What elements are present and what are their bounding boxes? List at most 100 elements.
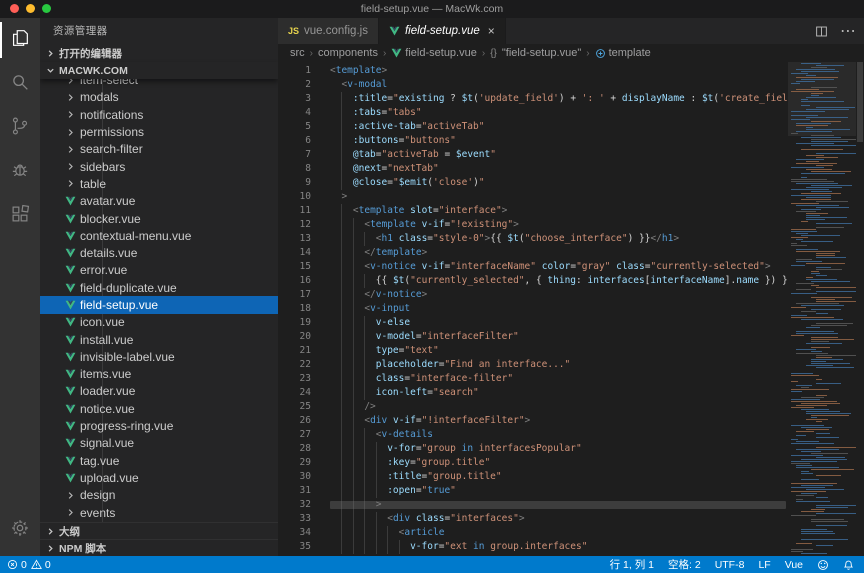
code-line[interactable]: 21 type="text" xyxy=(278,344,788,358)
code-line[interactable]: 10 > xyxy=(278,190,788,204)
line-number[interactable]: 1 xyxy=(278,64,311,78)
breadcrumb-item-1[interactable]: src xyxy=(290,47,305,59)
line-number[interactable]: 3 xyxy=(278,92,311,106)
tree-folder-design[interactable]: design xyxy=(40,487,278,504)
line-number[interactable]: 24 xyxy=(278,386,311,400)
tree-file-notice-vue[interactable]: notice.vue xyxy=(40,400,278,417)
status-item-4[interactable]: Vue xyxy=(785,559,803,571)
tree-file-field-setup-vue[interactable]: field-setup.vue xyxy=(40,296,278,313)
code-line[interactable]: 23 class="interface-filter" xyxy=(278,372,788,386)
code-line[interactable]: 17 </v-notice> xyxy=(278,288,788,302)
code-line[interactable]: 29 :key="group.title" xyxy=(278,456,788,470)
line-number[interactable]: 19 xyxy=(278,316,311,330)
status-item-0[interactable]: 行 1, 列 1 xyxy=(610,557,654,572)
code-line[interactable]: 24 icon-left="search" xyxy=(278,386,788,400)
line-number[interactable]: 6 xyxy=(278,134,311,148)
code-line[interactable]: 7 @tab="activeTab = $event" xyxy=(278,148,788,162)
scrollbar-thumb[interactable] xyxy=(857,62,863,142)
tree-file-upload-vue[interactable]: upload.vue xyxy=(40,469,278,486)
section-outline[interactable]: 大纲 xyxy=(40,522,278,539)
code-line[interactable]: 5 :active-tab="activeTab" xyxy=(278,120,788,134)
code-line[interactable]: 27 <v-details xyxy=(278,428,788,442)
line-number[interactable]: 32 xyxy=(278,498,311,512)
tree-file-avatar-vue[interactable]: avatar.vue xyxy=(40,193,278,210)
code-line[interactable]: 19 v-else xyxy=(278,316,788,330)
code-line[interactable]: 13 <h1 class="style-0">{{ $t("choose_int… xyxy=(278,232,788,246)
split-editor-button[interactable] xyxy=(815,25,828,38)
tab-vue-config-js[interactable]: JSvue.config.js xyxy=(278,18,379,44)
breadcrumb-item-5[interactable]: template xyxy=(595,47,651,59)
line-number[interactable]: 33 xyxy=(278,512,311,526)
activity-source-control-button[interactable] xyxy=(0,106,40,150)
line-number[interactable]: 29 xyxy=(278,456,311,470)
code-line[interactable]: 8 @next="nextTab" xyxy=(278,162,788,176)
line-number[interactable]: 8 xyxy=(278,162,311,176)
breadcrumb-item-2[interactable]: components xyxy=(318,47,378,59)
code-line[interactable]: 14 </template> xyxy=(278,246,788,260)
code-line[interactable]: 26 <div v-if="!interfaceFilter"> xyxy=(278,414,788,428)
code-line[interactable]: 30 :title="group.title" xyxy=(278,470,788,484)
breadcrumb-item-4[interactable]: {}"field-setup.vue" xyxy=(490,47,581,59)
line-number[interactable]: 13 xyxy=(278,232,311,246)
line-number[interactable]: 31 xyxy=(278,484,311,498)
minimap[interactable] xyxy=(788,62,856,556)
line-number[interactable]: 9 xyxy=(278,176,311,190)
code-line[interactable]: 4 :tabs="tabs" xyxy=(278,106,788,120)
line-number[interactable]: 16 xyxy=(278,274,311,288)
status-error[interactable]: 0 xyxy=(7,559,27,571)
code-line[interactable]: 25 /> xyxy=(278,400,788,414)
line-number[interactable]: 35 xyxy=(278,540,311,554)
tree-folder-search-filter[interactable]: search-filter xyxy=(40,141,278,158)
line-number[interactable]: 27 xyxy=(278,428,311,442)
tree-file-details-vue[interactable]: details.vue xyxy=(40,244,278,261)
code-line[interactable]: 15 <v-notice v-if="interfaceName" color=… xyxy=(278,260,788,274)
activity-extensions-button[interactable] xyxy=(0,194,40,238)
tree-file-invisible-label-vue[interactable]: invisible-label.vue xyxy=(40,348,278,365)
line-number[interactable]: 10 xyxy=(278,190,311,204)
tree-folder-table[interactable]: table xyxy=(40,175,278,192)
line-number[interactable]: 5 xyxy=(278,120,311,134)
code-line[interactable]: 20 v-model="interfaceFilter" xyxy=(278,330,788,344)
tree-folder-notifications[interactable]: notifications xyxy=(40,106,278,123)
activity-search-button[interactable] xyxy=(0,62,40,106)
code-line[interactable]: 31 :open="true" xyxy=(278,484,788,498)
code-editor[interactable]: 1<template>2 <v-modal3 :title="existing … xyxy=(278,62,788,556)
code-line[interactable]: 6 :buttons="buttons" xyxy=(278,134,788,148)
code-line[interactable]: 34 <article xyxy=(278,526,788,540)
code-line[interactable]: 12 <template v-if="!existing"> xyxy=(278,218,788,232)
code-line[interactable]: 22 placeholder="Find an interface..." xyxy=(278,358,788,372)
tree-file-install-vue[interactable]: install.vue xyxy=(40,331,278,348)
more-actions-button[interactable]: ⋯ xyxy=(840,21,856,41)
line-number[interactable]: 22 xyxy=(278,358,311,372)
code-line[interactable]: 3 :title="existing ? $t('update_field') … xyxy=(278,92,788,106)
manage-button[interactable] xyxy=(0,508,40,552)
tree-file-blocker-vue[interactable]: blocker.vue xyxy=(40,210,278,227)
line-number[interactable]: 7 xyxy=(278,148,311,162)
tree-file-field-duplicate-vue[interactable]: field-duplicate.vue xyxy=(40,279,278,296)
status-item-2[interactable]: UTF-8 xyxy=(715,559,745,571)
line-number[interactable]: 23 xyxy=(278,372,311,386)
tree-file-contextual-menu-vue[interactable]: contextual-menu.vue xyxy=(40,227,278,244)
line-number[interactable]: 21 xyxy=(278,344,311,358)
tree-file-progress-ring-vue[interactable]: progress-ring.vue xyxy=(40,417,278,434)
status-bell-button[interactable] xyxy=(843,559,854,571)
line-number[interactable]: 34 xyxy=(278,526,311,540)
line-number[interactable]: 15 xyxy=(278,260,311,274)
line-number[interactable]: 17 xyxy=(278,288,311,302)
tree-file-signal-vue[interactable]: signal.vue xyxy=(40,435,278,452)
line-number[interactable]: 26 xyxy=(278,414,311,428)
section-open-editors[interactable]: 打开的编辑器 xyxy=(40,45,278,62)
code-line[interactable]: 1<template> xyxy=(278,64,788,78)
tree-folder-events[interactable]: events xyxy=(40,504,278,521)
section-workspace[interactable]: MACWK.COM xyxy=(40,62,278,79)
activity-debug-button[interactable] xyxy=(0,150,40,194)
tree-file-icon-vue[interactable]: icon.vue xyxy=(40,314,278,331)
code-line[interactable]: 9 @close="$emit('close')" xyxy=(278,176,788,190)
close-icon[interactable]: × xyxy=(488,24,495,38)
code-line[interactable]: 16 {{ $t("currently_selected", { thing: … xyxy=(278,274,788,288)
section-npm-scripts[interactable]: NPM 脚本 xyxy=(40,539,278,556)
line-number[interactable]: 18 xyxy=(278,302,311,316)
tree-file-items-vue[interactable]: items.vue xyxy=(40,366,278,383)
tree-folder-permissions[interactable]: permissions xyxy=(40,123,278,140)
activity-explorer-button[interactable] xyxy=(0,18,40,62)
